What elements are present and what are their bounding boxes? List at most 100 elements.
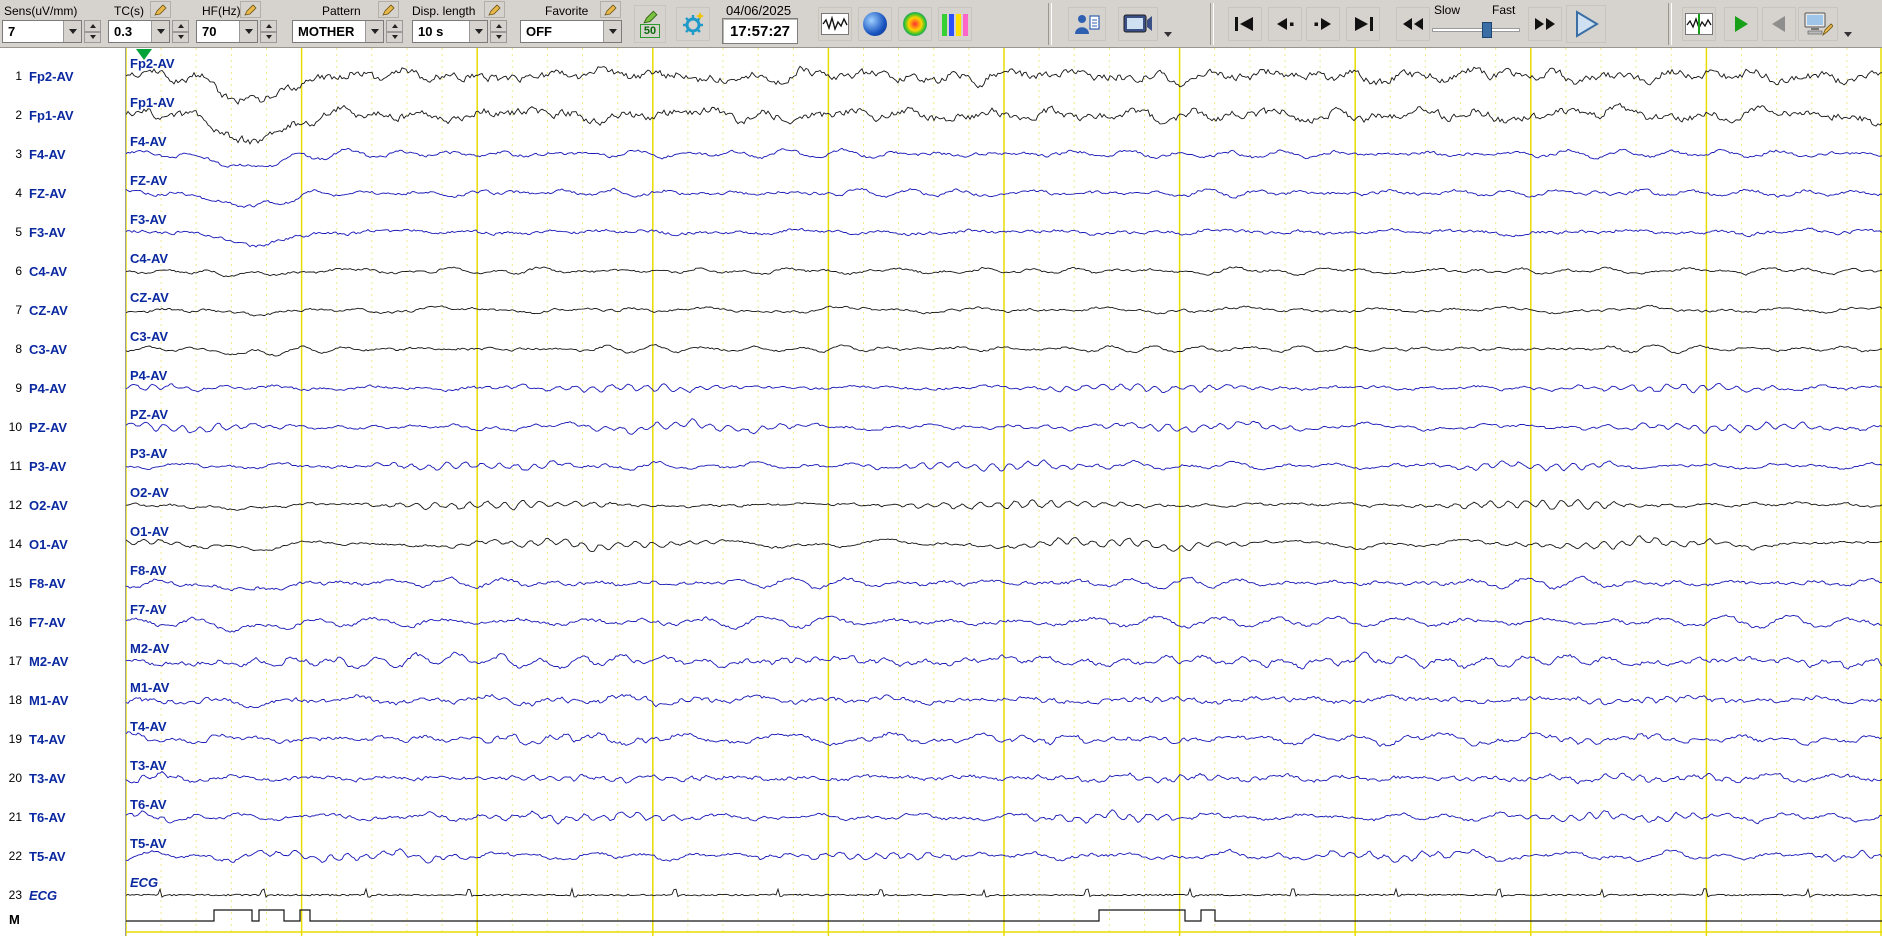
channel-row[interactable]: 20 T3-AV (0, 769, 125, 787)
trace-channel-label: T4-AV (130, 719, 167, 734)
tc-spin-down[interactable] (172, 31, 189, 43)
channel-row[interactable]: 3 F4-AV (0, 145, 125, 163)
hf-spinner[interactable] (260, 20, 277, 43)
channel-name: M2-AV (29, 653, 69, 669)
disp-length-edit-pencil-icon[interactable] (484, 1, 505, 18)
patient-info-button[interactable] (1068, 7, 1106, 41)
gray-back-icon (1772, 16, 1785, 32)
tc-spinner[interactable] (172, 20, 189, 43)
tc-combo[interactable]: 0.3 (108, 20, 170, 43)
rewind-button[interactable] (1396, 7, 1430, 41)
favorite-combo[interactable]: OFF (520, 20, 622, 43)
channel-row[interactable]: 23 ECG (0, 886, 125, 904)
eeg-waveform-view-button[interactable] (818, 7, 852, 41)
channel-row[interactable]: 5 F3-AV (0, 223, 125, 241)
tc-edit-pencil-icon[interactable] (150, 1, 171, 18)
sens-spin-down[interactable] (84, 31, 101, 43)
channel-row[interactable]: 12 O2-AV (0, 496, 125, 514)
eeg-trace-area[interactable] (126, 48, 1882, 936)
disp-length-spin-down[interactable] (490, 31, 507, 43)
hf-edit-pencil-icon[interactable] (240, 1, 261, 18)
channel-row[interactable]: 18 M1-AV (0, 691, 125, 709)
next-event-button[interactable] (1306, 7, 1340, 41)
toolbar-divider (1210, 3, 1214, 45)
pen-sensitivity-button[interactable]: 50 (634, 5, 666, 43)
pattern-spin-up[interactable] (386, 20, 403, 32)
channel-row[interactable]: 9 P4-AV (0, 379, 125, 397)
tc-combo-arrow[interactable] (151, 21, 169, 42)
channel-row[interactable]: 22 T5-AV (0, 847, 125, 865)
channel-name: T4-AV (29, 731, 66, 747)
channel-row[interactable]: 15 F8-AV (0, 574, 125, 592)
favorite-value: OFF (526, 24, 552, 39)
workstation-settings-button[interactable] (1798, 7, 1838, 41)
sens-combo[interactable]: 7 (2, 20, 82, 43)
channel-row[interactable]: 10 PZ-AV (0, 418, 125, 436)
skip-to-start-button[interactable] (1228, 7, 1262, 41)
eeg-review-window: Sens(uV/mm) 7 TC(s) 0.3 HF(Hz) 70 Patter… (0, 0, 1882, 936)
disp-length-label: Disp. length (412, 4, 476, 18)
speed-slider-handle[interactable] (1482, 22, 1492, 38)
hf-combo[interactable]: 70 (196, 20, 258, 43)
channel-row[interactable]: 21 T6-AV (0, 808, 125, 826)
pattern-combo-arrow[interactable] (365, 21, 383, 42)
hf-spin-up[interactable] (260, 20, 277, 32)
channel-row[interactable]: 1 Fp2-AV (0, 67, 125, 85)
favorite-combo-arrow[interactable] (603, 21, 621, 42)
montage-settings-button[interactable] (676, 7, 710, 41)
channel-row[interactable]: 14 O1-AV (0, 535, 125, 553)
channel-row[interactable]: 19 T4-AV (0, 730, 125, 748)
video-dropdown-arrow[interactable] (1164, 32, 1172, 37)
speed-slider-track[interactable] (1432, 28, 1520, 32)
channel-row[interactable]: 7 CZ-AV (0, 301, 125, 319)
pattern-spinner[interactable] (386, 20, 403, 43)
brain-map-3d-button[interactable] (858, 7, 892, 41)
trace-channel-label: F4-AV (130, 134, 167, 149)
channel-row[interactable]: 2 Fp1-AV (0, 106, 125, 124)
review-waveform-button[interactable] (1682, 7, 1716, 41)
video-button[interactable] (1118, 7, 1158, 41)
pattern-combo[interactable]: MOTHER (292, 20, 384, 43)
channel-row[interactable]: 11 P3-AV (0, 457, 125, 475)
hf-spin-down[interactable] (260, 31, 277, 43)
channel-row[interactable]: 17 M2-AV (0, 652, 125, 670)
sens-spin-up[interactable] (84, 20, 101, 32)
pattern-edit-pencil-icon[interactable] (378, 1, 399, 18)
trace-channel-label: M1-AV (130, 680, 170, 695)
channel-name: T5-AV (29, 848, 66, 864)
channel-row[interactable]: 16 F7-AV (0, 613, 125, 631)
disp-length-combo-arrow[interactable] (469, 21, 487, 42)
current-date: 04/06/2025 (726, 3, 792, 18)
disp-length-spin-up[interactable] (490, 20, 507, 32)
topo-map-icon (903, 12, 927, 36)
channel-row[interactable]: 6 C4-AV (0, 262, 125, 280)
channel-row[interactable]: 8 C3-AV (0, 340, 125, 358)
trace-channel-label: CZ-AV (130, 290, 169, 305)
channel-number: 4 (15, 186, 22, 200)
skip-to-end-button[interactable] (1346, 7, 1380, 41)
disp-length-spinner[interactable] (490, 20, 507, 43)
video-icon (1123, 14, 1152, 33)
fast-forward-button[interactable] (1528, 7, 1562, 41)
sens-spinner[interactable] (84, 20, 101, 43)
tc-spin-up[interactable] (172, 20, 189, 32)
favorite-label: Favorite (545, 4, 589, 18)
channel-row[interactable]: 4 FZ-AV (0, 184, 125, 202)
play-forward-green-button[interactable] (1724, 7, 1758, 41)
channel-number: 8 (15, 342, 22, 356)
disp-length-combo[interactable]: 10 s (412, 20, 488, 43)
trace-channel-label: O2-AV (130, 485, 169, 500)
pattern-spin-down[interactable] (386, 31, 403, 43)
dsa-trend-button[interactable] (938, 7, 972, 41)
workstation-dropdown-arrow[interactable] (1844, 32, 1852, 37)
sens-combo-arrow[interactable] (63, 21, 81, 42)
topo-map-button[interactable] (898, 7, 932, 41)
review-waveform-icon (1685, 13, 1713, 35)
hf-combo-arrow[interactable] (239, 21, 257, 42)
gear-icon (683, 12, 704, 35)
trace-channel-label: F3-AV (130, 212, 167, 227)
prev-event-button[interactable] (1268, 7, 1302, 41)
play-button[interactable] (1566, 5, 1606, 43)
play-backward-gray-button[interactable] (1762, 7, 1796, 41)
favorite-edit-pencil-icon[interactable] (600, 1, 621, 18)
